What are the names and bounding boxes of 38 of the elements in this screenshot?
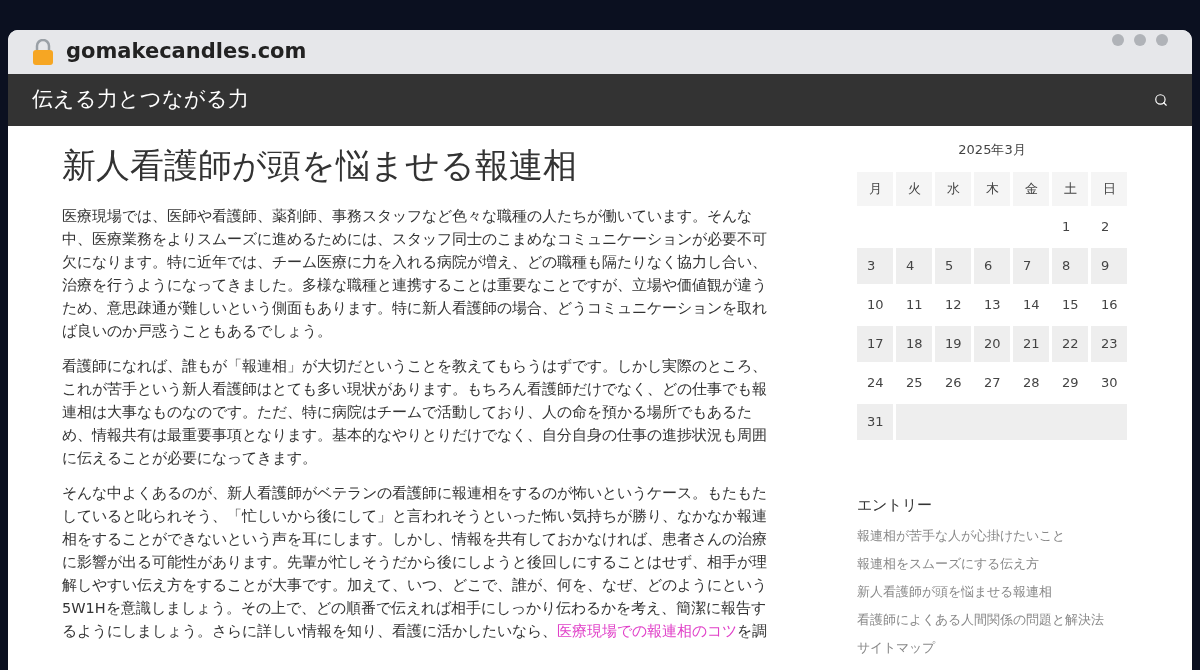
calendar-day[interactable]: 7 (1013, 247, 1049, 284)
weekday-header: 日 (1091, 171, 1127, 206)
calendar-caption: 2025年3月 (957, 141, 1027, 159)
article-link[interactable]: 医療現場での報連相のコツ (557, 623, 737, 639)
article-paragraph: そんな中よくあるのが、新人看護師がベテランの看護師に報連相をするのが怖いというケース。もたもたしていると叱られそう、「忙しいから後にして」と言われそうといった怖い気持ちが勝り、なかなか報連相をすることができないという声を耳にします。しかし、情報を共有しておかなければ、患者さんの治療に影響が出る可能性があります。先輩が忙しそうだから後にしようと後回しにすることはせず、相手が理解しやすい伝え方をすることが大事です。加えて、いつ、どこで、誰が、何を、なぜ、どのようにという5W1Hを意識しましょう。その上で、どの順番で伝えれば相手にしっかり伝わるかを考え、簡潔に報告するようにしましょう。さらに詳しい情報を知り、看護に活かしたいなら、医療現場での報連相のコツ を調 (62, 484, 768, 641)
calendar-day[interactable]: 6 (974, 247, 1010, 284)
weekday-header: 土 (1052, 171, 1088, 206)
entries-heading: エントリー (857, 494, 933, 516)
entry-link[interactable]: 新人看護師が頭を悩ませる報連相 (857, 578, 1127, 606)
calendar-day[interactable]: 31 (857, 403, 893, 440)
weekday-header: 月 (857, 171, 893, 206)
calendar-day[interactable]: 21 (1013, 325, 1049, 362)
lock-icon (32, 39, 54, 65)
calendar-day[interactable]: 17 (857, 325, 893, 362)
article-paragraph: 看護師になれば、誰もが「報連相」が大切だということを教えてもらうはずです。しかし実際のところ、これが苦手という新人看護師はとても多い現状があります。もちろん看護師だけでなく、どの仕事でも報連相は大事なものなのです。ただ、特に病院はチームで活動しており、人の命を預かる場所でもあるため、情報共有は最重要事項となります。基本的なやりとりだけでなく、自分自身の仕事の進捗状況も周囲に伝えることが必要になってきます。 (62, 357, 768, 468)
entry-link[interactable]: 報連相が苦手な人が心掛けたいこと (857, 522, 1127, 550)
weekday-header: 火 (896, 171, 932, 206)
calendar-day[interactable]: 18 (896, 325, 932, 362)
calendar-day[interactable]: 5 (935, 247, 971, 284)
weekday-header: 水 (935, 171, 971, 206)
weekday-header: 金 (1013, 171, 1049, 206)
calendar-day[interactable]: 20 (974, 325, 1010, 362)
calendar-day[interactable]: 4 (896, 247, 932, 284)
article-paragraph: 医療現場では、医師や看護師、薬剤師、事務スタッフなど色々な職種の人たちが働いています。そんな中、医療業務をよりスムーズに進めるためには、スタッフ同士のこまめなコミュニケーションが必要不可欠になります。特に近年では、チーム医療に力を入れる病院が増え、どの職種も隔たりなく協力し合い、治療を行うようになってきました。多様な職種と連携することは重要なことですが、立場や価値観が違うため、意思疎通が難しいという側面もあります。特に新人看護師の場合、どうコミュニケーションを取れば良いのか戸惑うこともあるでしょう。 (62, 207, 768, 341)
article-title: 新人看護師が頭を悩ませる報連相 (62, 144, 578, 187)
calendar-day[interactable]: 3 (857, 247, 893, 284)
search-icon[interactable] (1154, 93, 1168, 107)
weekday-header: 木 (974, 171, 1010, 206)
entry-link[interactable]: 看護師によくある人間関係の問題と解決法 (857, 606, 1127, 634)
calendar-day[interactable]: 9 (1091, 247, 1127, 284)
calendar-day[interactable]: 23 (1091, 325, 1127, 362)
calendar-day[interactable]: 19 (935, 325, 971, 362)
calendar-day[interactable]: 22 (1052, 325, 1088, 362)
url-text[interactable]: gomakecandles.com (66, 36, 307, 68)
entry-link[interactable]: サイトマップ (857, 634, 1127, 662)
entry-link[interactable]: 報連相をスムーズにする伝え方 (857, 550, 1127, 578)
calendar-day[interactable]: 8 (1052, 247, 1088, 284)
site-title[interactable]: 伝える力とつながる力 (32, 84, 249, 116)
